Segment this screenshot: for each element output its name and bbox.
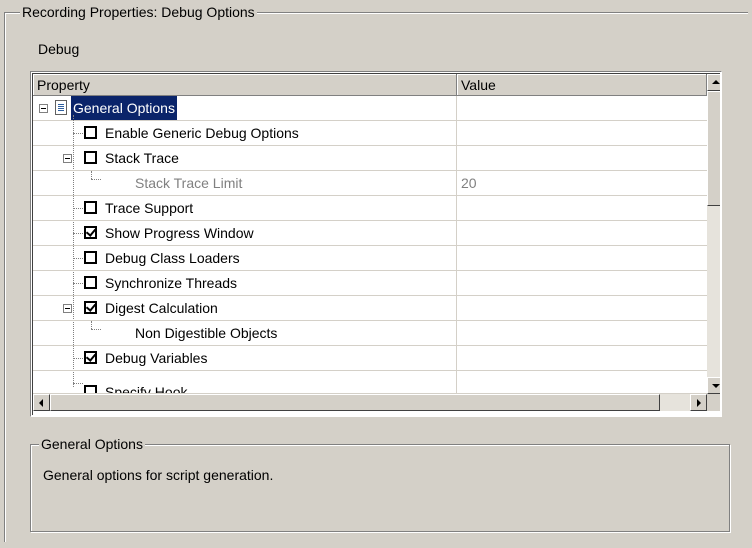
specify-hook-checkbox[interactable] bbox=[84, 385, 97, 393]
row-label: Debug Variables bbox=[105, 350, 208, 366]
grid-row-synchronize-threads[interactable]: Synchronize Threads bbox=[33, 271, 707, 296]
row-label: Non Digestible Objects bbox=[135, 325, 278, 341]
arrow-left-icon bbox=[39, 399, 43, 407]
column-header-property[interactable]: Property bbox=[33, 74, 457, 96]
property-grid[interactable]: Property Value General Options Enable Ge… bbox=[30, 71, 722, 417]
row-value[interactable] bbox=[457, 196, 707, 220]
grid-row-debug-variables[interactable]: Debug Variables bbox=[33, 346, 707, 371]
section-label: Debug bbox=[38, 41, 80, 57]
row-label: Show Progress Window bbox=[105, 225, 254, 241]
horizontal-scroll-thumb[interactable] bbox=[50, 394, 660, 411]
row-label: Specify Hook bbox=[105, 384, 188, 394]
tree-branch bbox=[73, 283, 83, 284]
tree-branch bbox=[73, 133, 83, 134]
row-label: Digest Calculation bbox=[105, 300, 218, 316]
grid-row-trace-support[interactable]: Trace Support bbox=[33, 196, 707, 221]
collapse-icon[interactable] bbox=[39, 104, 48, 113]
grid-row-stack-trace[interactable]: Stack Trace bbox=[33, 146, 707, 171]
grid-row-general-options[interactable]: General Options bbox=[33, 96, 707, 121]
synchronize-threads-checkbox[interactable] bbox=[84, 276, 97, 289]
row-value[interactable] bbox=[457, 246, 707, 270]
stack-trace-checkbox[interactable] bbox=[84, 151, 97, 164]
arrow-right-icon bbox=[697, 399, 701, 407]
vertical-scrollbar[interactable] bbox=[707, 74, 720, 394]
tree-branch bbox=[73, 233, 83, 234]
scroll-right-button[interactable] bbox=[690, 394, 707, 411]
arrow-up-icon bbox=[712, 80, 720, 84]
description-title: General Options bbox=[39, 436, 145, 452]
row-label: General Options bbox=[71, 96, 177, 120]
tree-branch bbox=[73, 383, 83, 384]
tree-guide bbox=[91, 321, 92, 329]
column-header-value[interactable]: Value bbox=[457, 74, 707, 96]
grid-row-stack-trace-limit[interactable]: Stack Trace Limit 20 bbox=[33, 171, 707, 196]
row-value[interactable] bbox=[457, 296, 707, 320]
grid-row-digest-calculation[interactable]: Digest Calculation bbox=[33, 296, 707, 321]
grid-row-show-progress-window[interactable]: Show Progress Window bbox=[33, 221, 707, 246]
scroll-up-button[interactable] bbox=[707, 74, 720, 91]
arrow-down-icon bbox=[712, 384, 720, 388]
row-value[interactable] bbox=[457, 121, 707, 145]
group-title: Recording Properties: Debug Options bbox=[20, 4, 257, 20]
scroll-down-button[interactable] bbox=[707, 377, 720, 394]
description-group: General Options General options for scri… bbox=[30, 436, 730, 532]
document-icon bbox=[55, 100, 67, 115]
row-label: Synchronize Threads bbox=[105, 275, 238, 291]
grid-row-debug-class-loaders[interactable]: Debug Class Loaders bbox=[33, 246, 707, 271]
show-progress-window-checkbox[interactable] bbox=[84, 226, 97, 239]
row-value[interactable] bbox=[457, 146, 707, 170]
grid-row-non-digestible-objects[interactable]: Non Digestible Objects bbox=[33, 321, 707, 346]
row-value[interactable] bbox=[457, 221, 707, 245]
tree-guide bbox=[91, 171, 92, 179]
tree-branch bbox=[73, 358, 83, 359]
grid-row-specify-hook[interactable]: Specify Hook bbox=[33, 371, 707, 394]
tree-branch bbox=[73, 258, 83, 259]
tree-branch bbox=[91, 329, 101, 330]
row-value[interactable] bbox=[457, 96, 707, 120]
vertical-scroll-thumb[interactable] bbox=[707, 91, 720, 206]
collapse-icon[interactable] bbox=[63, 154, 72, 163]
row-value[interactable]: 20 bbox=[457, 171, 707, 195]
row-label: Enable Generic Debug Options bbox=[105, 125, 299, 141]
row-value[interactable] bbox=[457, 321, 707, 345]
row-label: Stack Trace bbox=[105, 150, 179, 166]
row-value[interactable] bbox=[457, 371, 707, 393]
horizontal-scrollbar[interactable] bbox=[33, 394, 707, 411]
row-label: Stack Trace Limit bbox=[135, 175, 243, 191]
tree-branch bbox=[91, 179, 101, 180]
row-value[interactable] bbox=[457, 271, 707, 295]
tree-branch bbox=[73, 208, 83, 209]
enable-generic-debug-checkbox[interactable] bbox=[84, 126, 97, 139]
grid-header: Property Value bbox=[33, 74, 707, 96]
row-label: Debug Class Loaders bbox=[105, 250, 240, 266]
description-text: General options for script generation. bbox=[43, 467, 274, 483]
row-value[interactable] bbox=[457, 346, 707, 370]
debug-class-loaders-checkbox[interactable] bbox=[84, 251, 97, 264]
debug-variables-checkbox[interactable] bbox=[84, 351, 97, 364]
grid-row-enable-generic-debug[interactable]: Enable Generic Debug Options bbox=[33, 121, 707, 146]
scrollbar-corner bbox=[707, 394, 720, 411]
scroll-left-button[interactable] bbox=[33, 394, 50, 411]
collapse-icon[interactable] bbox=[63, 304, 72, 313]
row-label: Trace Support bbox=[105, 200, 194, 216]
digest-calculation-checkbox[interactable] bbox=[84, 301, 97, 314]
trace-support-checkbox[interactable] bbox=[84, 201, 97, 214]
